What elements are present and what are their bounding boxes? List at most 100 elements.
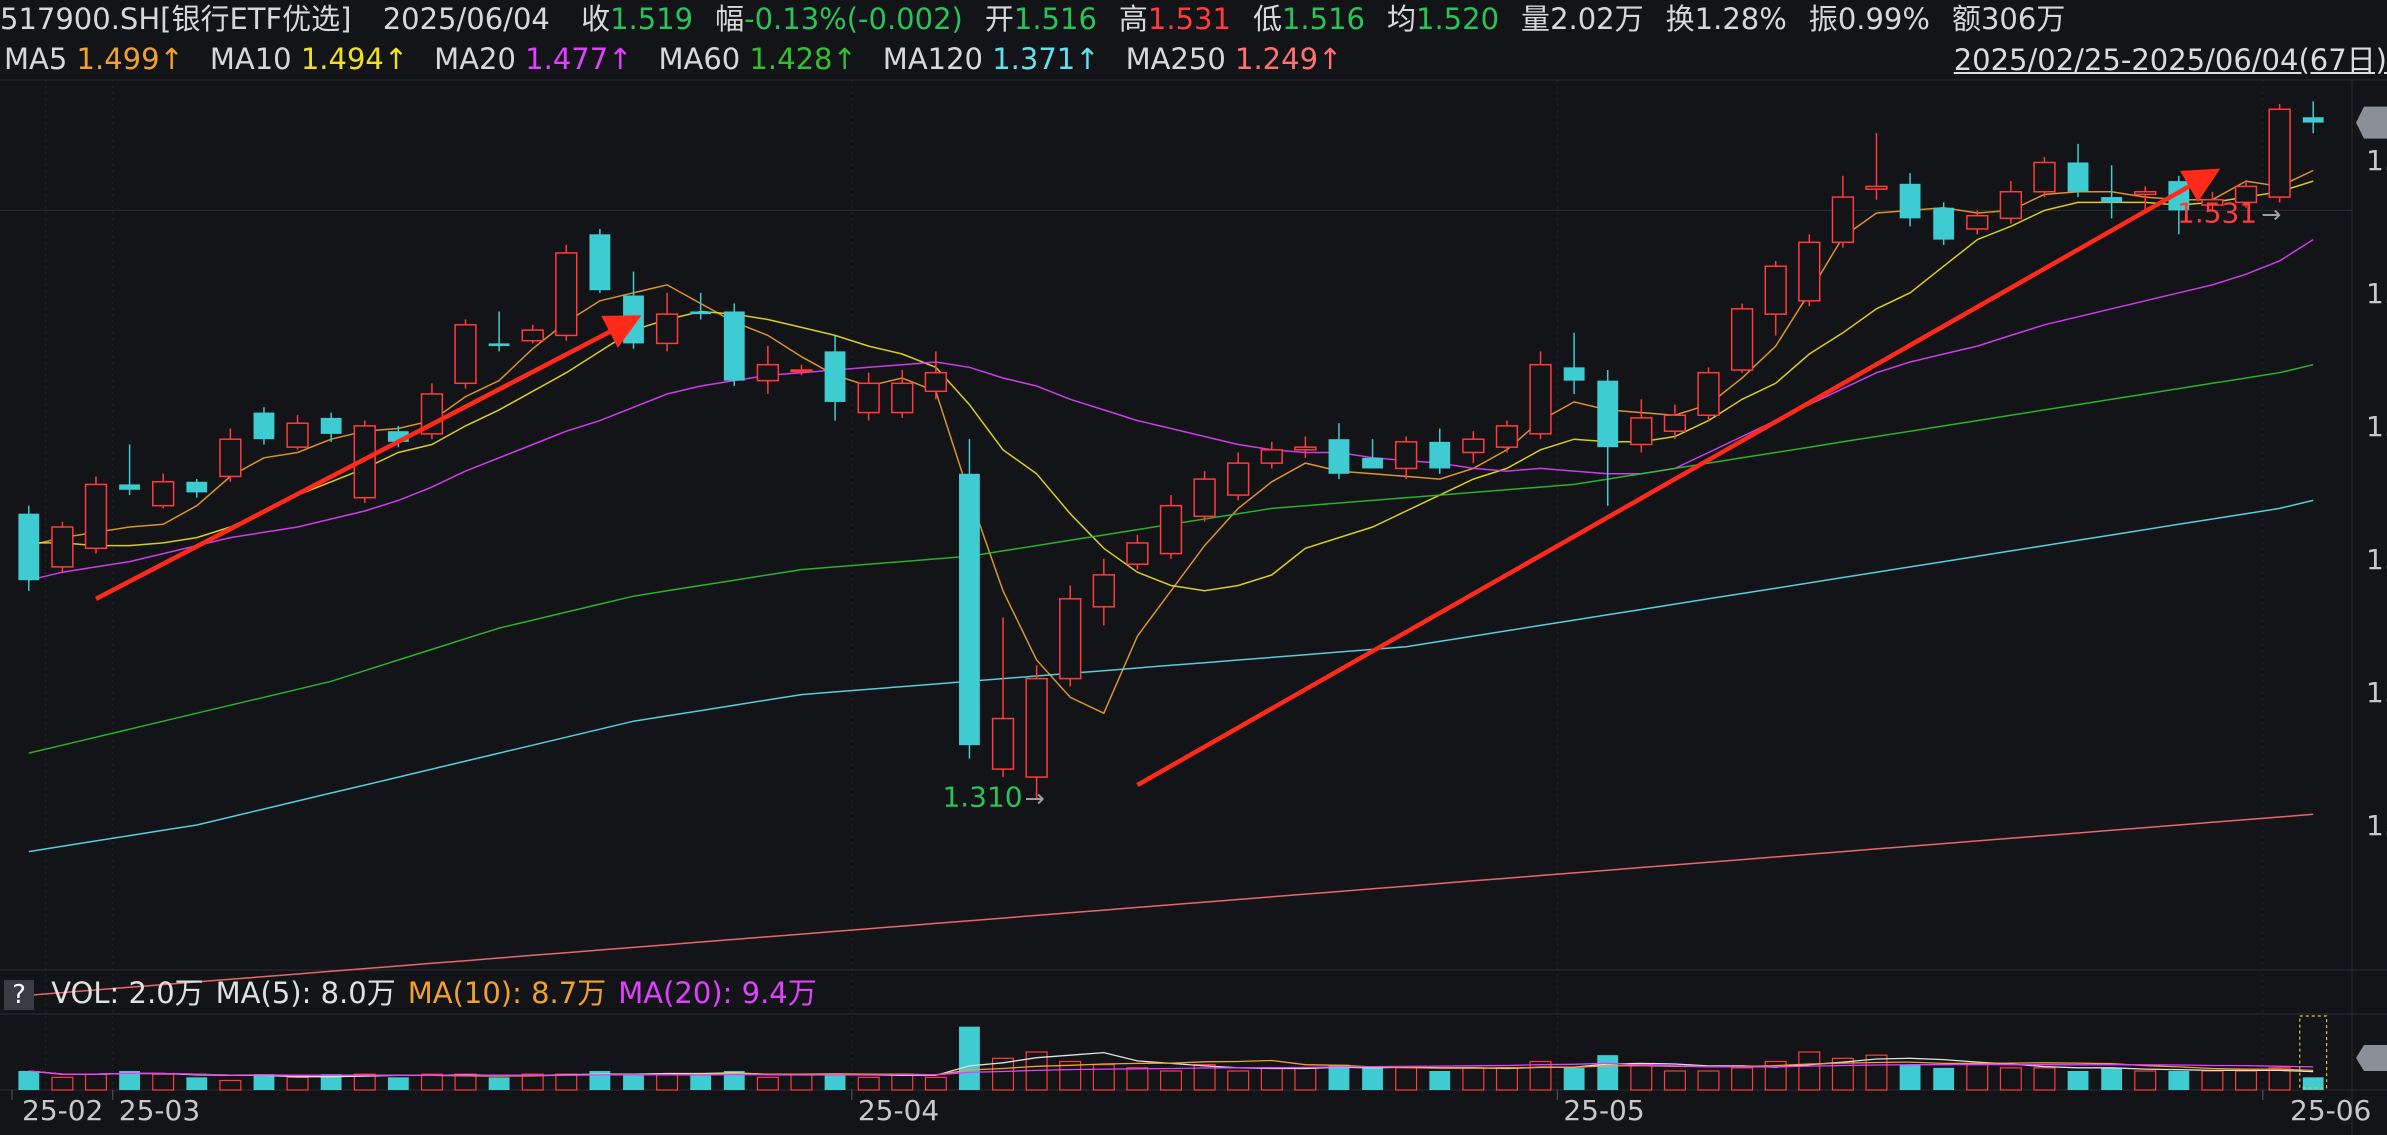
info-item: 低1.516 <box>1253 0 1365 38</box>
candle <box>1865 133 1888 200</box>
candle-body <box>186 481 208 493</box>
volume-bar <box>1865 1054 1888 1091</box>
volume-bar <box>690 1074 712 1090</box>
volume-bar <box>1495 1067 1518 1091</box>
candle <box>1831 175 1855 248</box>
ma-legend-value: 1.499↑ <box>76 42 184 76</box>
info-item-label: 均 <box>1387 2 1417 36</box>
volume-legend-value: 9.4万 <box>741 976 817 1010</box>
ma-legend-label: MA10 <box>209 42 301 76</box>
candle-body <box>1025 677 1048 778</box>
candle <box>1663 404 1687 440</box>
volume-bar <box>2101 1067 2123 1090</box>
volume-legend: ? VOL: 2.0万 MA(5): 8.0万 MA(10): 8.7万 MA(20)… <box>0 974 829 1014</box>
candle-body <box>1362 457 1383 469</box>
trend-arrows <box>94 168 2221 788</box>
candle-body <box>1730 308 1754 371</box>
volume-bar <box>387 1077 409 1090</box>
x-tick-label: 25-03 <box>119 1094 200 1127</box>
volume-bar <box>857 1076 880 1091</box>
volume-bar <box>2235 1070 2258 1091</box>
candle <box>1563 332 1585 394</box>
candle <box>51 521 74 573</box>
help-button[interactable]: ? <box>4 980 34 1010</box>
candlesticks[interactable] <box>18 101 2324 799</box>
candle-body <box>84 483 108 550</box>
info-item-label: 振 <box>1808 2 1838 36</box>
volume-bar <box>1663 1070 1686 1091</box>
ma-legend-item: MA5 1.499↑ <box>4 40 184 78</box>
candle <box>420 383 444 440</box>
candle <box>1193 471 1216 522</box>
candle <box>690 292 712 320</box>
candle-body <box>1092 574 1115 608</box>
volume-bar <box>1126 1067 1149 1091</box>
volume-bar <box>924 1076 947 1091</box>
info-item-label: 额 <box>1951 2 1981 36</box>
candle-body <box>2101 197 2123 203</box>
info-item-label: 收 <box>581 2 611 36</box>
candle <box>589 228 611 293</box>
candle-body <box>1966 214 1989 230</box>
ma-legend-label: MA5 <box>4 42 77 76</box>
volume-bar <box>1260 1067 1283 1091</box>
candle-body <box>589 234 611 291</box>
candle <box>1966 210 1989 235</box>
volume-bar <box>420 1073 443 1091</box>
quote-date: 2025/06/04 <box>382 2 550 36</box>
candle <box>1495 420 1519 453</box>
candle <box>1328 423 1350 480</box>
volume-bar <box>1597 1055 1619 1090</box>
candle <box>1294 436 1317 458</box>
volume-bar <box>824 1074 846 1090</box>
candle-body <box>2033 161 2056 193</box>
candle <box>1529 351 1552 440</box>
candle-body <box>924 371 948 393</box>
volume-bar <box>186 1077 208 1090</box>
volume-bar <box>656 1073 679 1091</box>
info-item-label: 低 <box>1252 2 1282 36</box>
candle <box>723 303 745 386</box>
ma-line-ma250 <box>28 813 2314 996</box>
candle-body <box>891 382 914 414</box>
candle-body <box>18 513 40 581</box>
candle-body <box>2302 117 2324 123</box>
candle <box>1159 495 1183 559</box>
volume-bar <box>1697 1070 1720 1091</box>
info-item-value: 0.99% <box>1837 2 1930 36</box>
info-item-label: 换 <box>1665 2 1695 36</box>
candle-body <box>119 484 140 490</box>
candle <box>1798 234 1821 307</box>
candle <box>1394 436 1418 480</box>
volume-bar <box>1227 1070 1250 1091</box>
candle <box>1764 260 1787 336</box>
high-annotation-label: 1.531 <box>2177 196 2257 229</box>
ma-legend-value: 1.371↑ <box>992 42 1100 76</box>
info-item: 收1.519 <box>581 0 693 38</box>
volume-bar <box>2033 1067 2056 1091</box>
ma-legend-value: 1.249↑ <box>1235 42 1343 76</box>
volume-legend-value: 2.0万 <box>128 976 204 1010</box>
volume-legend-item: MA(5): 8.0万 <box>216 974 396 1012</box>
volume-legend-value: 8.0万 <box>320 976 396 1010</box>
x-tick-label: 25-02 <box>22 1094 103 1127</box>
info-item: 额306万 <box>1952 0 2065 38</box>
candle <box>991 617 1015 778</box>
info-item-value: 2.02万 <box>1550 2 1644 36</box>
trend-arrow <box>1136 168 2221 788</box>
candle <box>84 476 108 554</box>
candle <box>286 415 309 450</box>
volume-bars[interactable] <box>18 1015 2328 1091</box>
low-annotation-arrow: → <box>1025 784 1045 812</box>
candle-body <box>1059 598 1082 680</box>
volume-legend-value: 8.7万 <box>531 976 607 1010</box>
date-range[interactable]: 2025/02/25-2025/06/04(67日) <box>1954 40 2387 80</box>
candle <box>2268 103 2291 203</box>
y-tick-label: 1. <box>2366 809 2387 842</box>
moving-average-lines <box>28 169 2314 996</box>
volume-legend-label: VOL: <box>51 976 129 1010</box>
candle-body <box>2067 162 2089 192</box>
candle <box>1597 370 1619 506</box>
candle <box>1429 428 1451 474</box>
info-item: 振0.99% <box>1809 0 1930 38</box>
